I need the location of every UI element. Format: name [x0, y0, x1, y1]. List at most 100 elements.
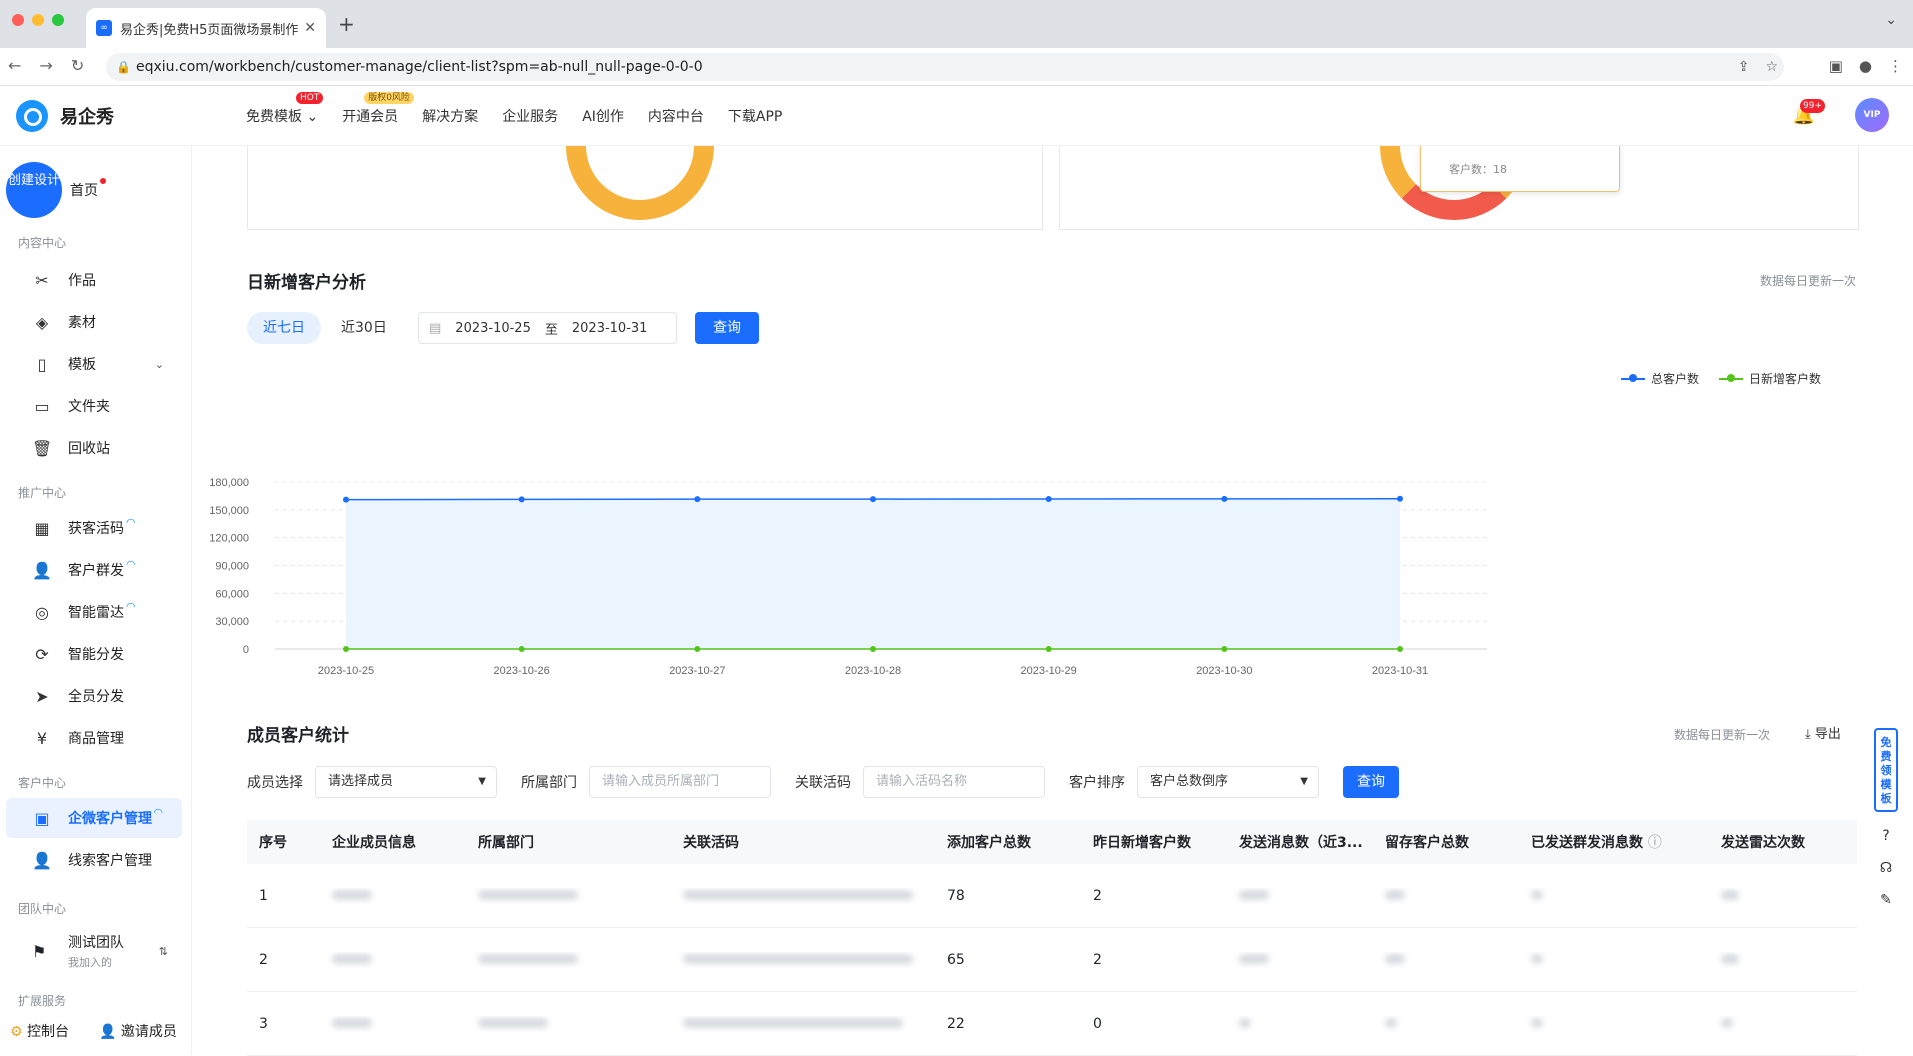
feedback-icon[interactable]: ✎ [1880, 892, 1892, 908]
sidepanel-icon[interactable]: ▣ [1829, 57, 1843, 75]
sidebar-item-mass-send[interactable]: 👤 客户群发 ◠ [6, 550, 182, 590]
end-date[interactable]: 2023-10-31 [572, 321, 648, 336]
free-template-button[interactable]: 免费领模板 [1874, 728, 1898, 812]
start-date[interactable]: 2023-10-25 [455, 321, 531, 336]
browser-tab[interactable]: ∞ 易企秀|免费H5页面微场景制作 ✕ [86, 8, 326, 48]
profile-icon[interactable]: ● [1859, 57, 1872, 75]
area-total [346, 498, 1400, 649]
notification-bell-icon[interactable]: 🔔 99+ [1793, 98, 1825, 126]
browser-tab-bar: ∞ 易企秀|免费H5页面微场景制作 ✕ + ⌄ [0, 0, 1913, 48]
user-search-icon: 👤 [32, 850, 52, 870]
invite-button[interactable]: 👤 邀请成员 [99, 1021, 177, 1041]
nav-download-app[interactable]: 下载APP [728, 106, 782, 126]
create-design-button[interactable]: 创建设计 [6, 162, 62, 218]
table-header: 序号 企业成员信息 所属部门 关联活码 添加客户总数 昨日新增客户数 发送消息数… [247, 820, 1857, 864]
bookmark-star-icon[interactable]: ☆ [1765, 53, 1778, 81]
members-query-button[interactable]: 查询 [1343, 766, 1399, 798]
sidebar-item-materials[interactable]: ◈ 素材 [6, 302, 182, 342]
share-icon[interactable]: ⇪ [1738, 53, 1750, 81]
back-icon[interactable]: ← [8, 56, 21, 75]
sidebar-item-home[interactable]: 首页 [70, 178, 106, 200]
logo[interactable]: 易企秀 [16, 100, 114, 132]
line-chart: 0 30,000 60,000 90,000 120,000 150,000 180,000… [209, 477, 1487, 677]
chevron-down-icon: ⌄ [154, 357, 164, 371]
table-row[interactable]: 1 78 2 [247, 864, 1857, 928]
sidebar-item-lead-customers[interactable]: 👤 线索客户管理 [6, 840, 182, 880]
member-select[interactable]: 请选择成员 ▼ [315, 766, 497, 798]
caret-down-icon: ▼ [1300, 776, 1308, 787]
table-row[interactable]: 3 22 0 [247, 992, 1857, 1056]
donut-chart [566, 146, 714, 220]
export-button[interactable]: ⤓ 导出 [1805, 723, 1841, 742]
analysis-title: 日新增客户分析 [247, 273, 366, 293]
cell-member-blurred [320, 1016, 466, 1032]
help-icon[interactable]: ? [1882, 828, 1889, 844]
cell-group-blurred [1519, 888, 1709, 904]
sidebar-item-templates[interactable]: ▯ 模板 ⌄ [6, 344, 182, 384]
headset-icon[interactable]: ☊ [1880, 860, 1892, 876]
sidebar-item-radar[interactable]: ◎ 智能雷达 ◠ [6, 592, 182, 632]
help-icon[interactable]: ⓘ [1648, 835, 1662, 851]
close-window-button[interactable] [12, 14, 24, 26]
range-separator: 至 [544, 322, 558, 338]
sidebar-item-smart-share[interactable]: ⟳ 智能分发 [6, 634, 182, 674]
analysis-query-button[interactable]: 查询 [695, 312, 759, 344]
nav-solutions[interactable]: 解决方案 [422, 106, 478, 126]
col-code: 关联活码 [683, 835, 739, 851]
x-tick-label: 2023-10-26 [494, 665, 550, 677]
lock-icon: 🔒 [116, 60, 131, 74]
sort-select[interactable]: 客户总数倒序 ▼ [1137, 766, 1319, 798]
tab-30days[interactable]: 近30日 [325, 312, 403, 344]
table-row[interactable]: 2 65 2 [247, 928, 1857, 992]
new-icon: ◠ [126, 557, 136, 571]
cell-no: 1 [259, 887, 268, 904]
nav-free-templates[interactable]: 免费模板 ⌄ HOT [246, 92, 324, 126]
avatar[interactable]: VIP [1855, 98, 1889, 132]
menu-kebab-icon[interactable]: ⋮ [1888, 57, 1903, 75]
data-point [1045, 495, 1052, 502]
cell-total: 65 [947, 951, 965, 968]
reload-icon[interactable]: ↻ [71, 56, 84, 75]
sidebar-item-recycle[interactable]: 🗑 回收站 [6, 428, 182, 468]
console-label: 控制台 [27, 1024, 70, 1040]
new-tab-button[interactable]: + [338, 12, 355, 36]
cell-member-blurred [320, 888, 466, 904]
folder-icon: ▭ [34, 396, 50, 416]
nav-content-center[interactable]: 内容中台 [648, 106, 704, 126]
sidebar-item-folders[interactable]: ▭ 文件夹 [6, 386, 182, 426]
legend-total[interactable]: 总客户数 [1621, 370, 1699, 387]
sidebar-item-wecom-customers[interactable]: ▣ 企微客户管理 ◠ [6, 798, 182, 838]
date-range-picker[interactable]: ▤ 2023-10-25 至 2023-10-31 [418, 312, 677, 344]
nav-membership[interactable]: 开通会员 版权0风险 [342, 92, 414, 126]
code-input[interactable]: 请输入活码名称 [863, 766, 1045, 798]
sidebar-item-all-share[interactable]: ➤ 全员分发 [6, 676, 182, 716]
donut-card-right: 客户数：18 [1059, 146, 1859, 230]
top-nav: 免费模板 ⌄ HOT 开通会员 版权0风险 解决方案 企业服务 AI创作 内容中… [246, 92, 782, 126]
minimize-window-button[interactable] [32, 14, 44, 26]
sidebar-item-live-code[interactable]: ▦ 获客活码 ◠ [6, 508, 182, 548]
section-customer: 客户中心 [18, 776, 67, 790]
dept-label: 所属部门 [521, 775, 577, 791]
cell-group-blurred [1519, 952, 1709, 968]
team-switcher[interactable]: ⚑ 测试团队 我加入的 ⇅ [6, 928, 182, 974]
sidebar-item-works[interactable]: ✂ 作品 [6, 260, 182, 300]
forward-icon[interactable]: → [39, 56, 52, 75]
cell-retained-blurred [1373, 888, 1519, 904]
nav-enterprise[interactable]: 企业服务 [502, 106, 558, 126]
sidebar-item-goods[interactable]: ¥ 商品管理 [6, 718, 182, 758]
close-tab-icon[interactable]: ✕ [304, 20, 316, 36]
x-tick-label: 2023-10-31 [1372, 665, 1428, 677]
tab-7days[interactable]: 近七日 [247, 312, 321, 344]
window-controls[interactable] [12, 14, 64, 26]
tab-list-icon[interactable]: ⌄ [1885, 12, 1897, 28]
dept-input[interactable]: 请输入成员所属部门 [589, 766, 771, 798]
col-total: 添加客户总数 [947, 835, 1031, 851]
url-field[interactable]: 🔒 eqxiu.com/workbench/customer-manage/cl… [106, 53, 1784, 81]
notification-count: 99+ [1800, 98, 1825, 113]
console-button[interactable]: ⚙ 控制台 [10, 1021, 69, 1041]
donut-card-left [247, 146, 1043, 230]
maximize-window-button[interactable] [52, 14, 64, 26]
member-select-value: 请选择成员 [328, 774, 394, 789]
legend-new[interactable]: 日新增客户数 [1719, 370, 1821, 387]
nav-ai[interactable]: AI创作 [582, 106, 624, 126]
